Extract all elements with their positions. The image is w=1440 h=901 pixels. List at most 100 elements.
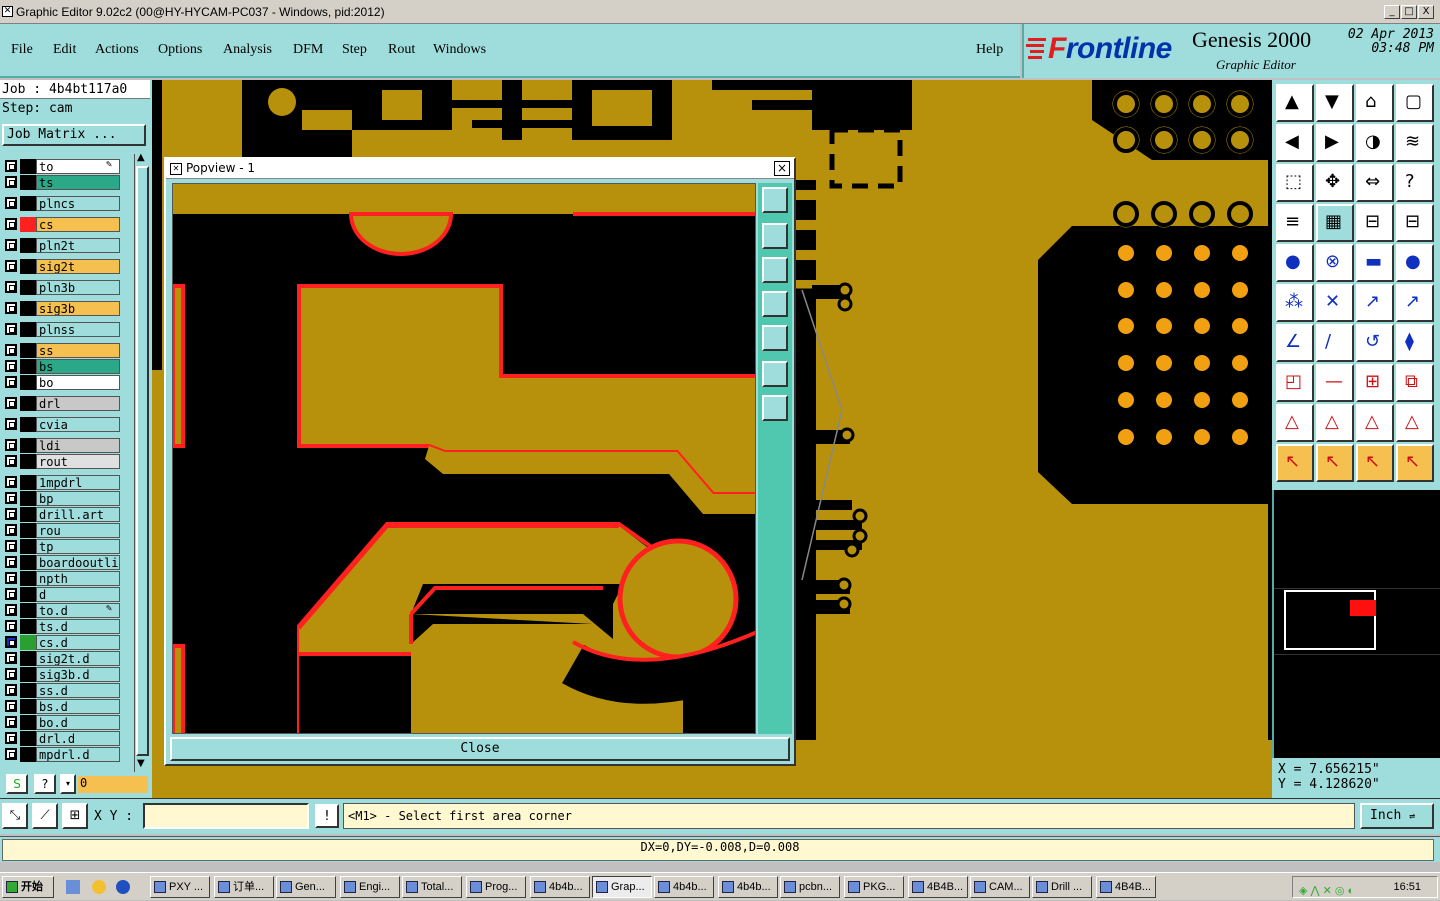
layer-visibility-checkbox[interactable] [5, 524, 17, 536]
layer-name[interactable]: sig2t [36, 259, 120, 274]
menu-dfm[interactable]: DFM [293, 42, 323, 58]
taskbar-item[interactable]: Gen... [276, 876, 336, 898]
tool-fit-icon[interactable]: ⬚ [1276, 164, 1314, 202]
quicklaunch-clock-icon[interactable] [92, 880, 106, 894]
layer-name[interactable]: bs [36, 359, 120, 374]
layer-visibility-checkbox[interactable] [5, 260, 17, 272]
layer-row[interactable]: to ✎ [0, 158, 134, 174]
tool-mirror-icon[interactable]: ◑ [1356, 124, 1394, 162]
menu-step[interactable]: Step [342, 42, 367, 58]
tool-shape-icon[interactable]: ◰ [1276, 364, 1314, 402]
overview-map[interactable] [1272, 490, 1440, 758]
layer-visibility-checkbox[interactable] [5, 492, 17, 504]
tool-move-left-icon[interactable]: ◀ [1276, 124, 1314, 162]
tool-circle-fill-icon[interactable]: ● [1396, 244, 1434, 282]
layer-name[interactable]: pln3b [36, 280, 120, 295]
layer-visibility-checkbox[interactable] [5, 668, 17, 680]
taskbar-item[interactable]: 4b4b... [718, 876, 778, 898]
layer-row[interactable]: bo.d [0, 714, 134, 730]
popview-zoom-home-icon[interactable] [762, 187, 788, 213]
layer-row[interactable]: d [0, 586, 134, 602]
layer-color-swatch[interactable] [20, 731, 36, 746]
layer-visibility-checkbox[interactable] [5, 620, 17, 632]
tool-scale-icon[interactable]: ⇔ [1356, 164, 1394, 202]
layer-color-swatch[interactable] [20, 175, 36, 190]
layer-row[interactable]: bo [0, 374, 134, 390]
popview-zoom-in-icon[interactable] [762, 395, 788, 421]
layer-visibility-checkbox[interactable] [5, 281, 17, 293]
measure-mode-icon[interactable]: ⟋ [32, 803, 58, 829]
tray-icons[interactable]: ◈ ⋀ ✕ ◎ ◐ [1299, 881, 1354, 901]
layer-name[interactable]: boardooutli [36, 555, 120, 570]
layer-visibility-checkbox[interactable] [5, 476, 17, 488]
layer-color-swatch[interactable] [20, 587, 36, 602]
units-selector[interactable]: Inch ⇌ [1360, 803, 1434, 829]
layer-color-swatch[interactable] [20, 475, 36, 490]
layer-name[interactable]: rout [36, 454, 120, 469]
layer-color-swatch[interactable] [20, 375, 36, 390]
close-button[interactable]: X [1418, 5, 1434, 19]
layer-row[interactable]: ts.d [0, 618, 134, 634]
layer-color-swatch[interactable] [20, 301, 36, 316]
tool-help-icon[interactable]: ? [1396, 164, 1434, 202]
taskbar-item[interactable]: Engi... [340, 876, 400, 898]
layer-name[interactable]: cs.d [36, 635, 120, 650]
taskbar-item[interactable]: PKG... [844, 876, 904, 898]
layer-color-swatch[interactable] [20, 259, 36, 274]
layer-color-swatch[interactable] [20, 159, 36, 174]
layer-color-swatch[interactable] [20, 359, 36, 374]
layer-visibility-checkbox[interactable] [5, 684, 17, 696]
layer-visibility-checkbox[interactable] [5, 604, 17, 616]
layer-visibility-checkbox[interactable] [5, 397, 17, 409]
layer-name[interactable]: 1mpdrl [36, 475, 120, 490]
layer-row[interactable]: drl [0, 395, 134, 411]
layer-row[interactable]: ss.d [0, 682, 134, 698]
start-button[interactable]: 开始 [2, 876, 54, 898]
tool-line-icon[interactable]: ∠ [1276, 324, 1314, 362]
taskbar-item[interactable]: pcbn... [780, 876, 840, 898]
layer-visibility-checkbox[interactable] [5, 218, 17, 230]
taskbar-item[interactable]: Prog... [466, 876, 526, 898]
layer-color-swatch[interactable] [20, 454, 36, 469]
tool-break-icon[interactable]: ⊗ [1316, 244, 1354, 282]
tool-edit-line-icon[interactable]: / [1316, 324, 1354, 362]
layer-row[interactable]: tp [0, 538, 134, 554]
layer-color-swatch[interactable] [20, 667, 36, 682]
popview-pan-down-icon[interactable] [762, 257, 788, 283]
layer-name[interactable]: ss [36, 343, 120, 358]
taskbar-item[interactable]: Grap... [592, 876, 652, 898]
layer-row[interactable]: rou [0, 522, 134, 538]
layer-name[interactable]: rou [36, 523, 120, 538]
layer-visibility-checkbox[interactable] [5, 716, 17, 728]
layer-visibility-checkbox[interactable] [5, 376, 17, 388]
layer-color-swatch[interactable] [20, 196, 36, 211]
layer-visibility-checkbox[interactable] [5, 176, 17, 188]
layer-name[interactable]: cs [36, 217, 120, 232]
menu-analysis[interactable]: Analysis [223, 42, 272, 58]
tool-split-line-icon[interactable]: — [1316, 364, 1354, 402]
layer-color-swatch[interactable] [20, 635, 36, 650]
taskbar-item[interactable]: PXY ... [150, 876, 210, 898]
layer-color-swatch[interactable] [20, 699, 36, 714]
menu-file[interactable]: File [11, 42, 33, 58]
taskbar-item[interactable]: Drill ... [1032, 876, 1092, 898]
scroll-down-icon[interactable]: ▼ [137, 758, 145, 769]
tool-net-connect-icon[interactable]: ⊟ [1356, 204, 1394, 242]
menu-edit[interactable]: Edit [53, 42, 76, 58]
layer-visibility-checkbox[interactable] [5, 572, 17, 584]
layer-scrollbar[interactable]: ▲ ▼ [134, 152, 150, 774]
popview-close-button[interactable]: Close [170, 737, 790, 761]
maximize-button[interactable]: □ [1401, 5, 1417, 19]
taskbar-item[interactable]: Total... [402, 876, 462, 898]
popview-close-icon[interactable]: × [774, 161, 790, 176]
tool-select-net-icon[interactable]: ↖ [1396, 444, 1434, 482]
layer-name[interactable]: bo [36, 375, 120, 390]
tool-select-circle-icon[interactable]: ↖ [1356, 444, 1394, 482]
layer-visibility-checkbox[interactable] [5, 360, 17, 372]
tool-move-right-icon[interactable]: ▶ [1316, 124, 1354, 162]
tool-select-box-icon[interactable]: ↖ [1316, 444, 1354, 482]
popview-pan-left-icon[interactable] [762, 291, 788, 317]
minimize-button[interactable]: _ [1384, 5, 1400, 19]
layer-name[interactable]: sig3b [36, 301, 120, 316]
layer-row[interactable]: pln3b [0, 279, 134, 295]
